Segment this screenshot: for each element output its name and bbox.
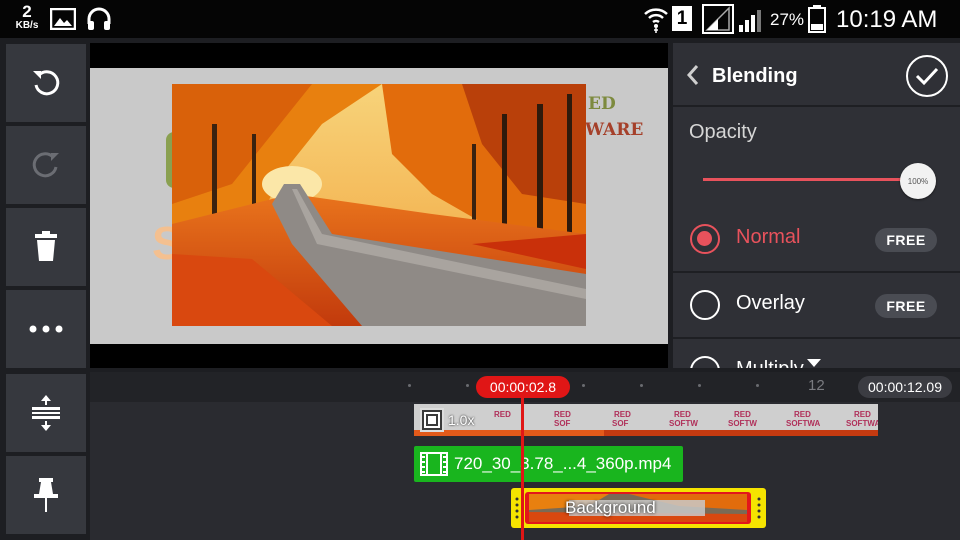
ruler-tick	[466, 384, 469, 387]
ruler-tick	[408, 384, 411, 387]
gallery-icon	[50, 8, 76, 30]
svg-text:RED: RED	[854, 410, 871, 419]
ruler-tick	[756, 384, 759, 387]
svg-text:SOFTWA: SOFTWA	[846, 419, 878, 428]
headphones-icon	[87, 7, 111, 30]
radio-multiply[interactable]	[690, 356, 720, 368]
svg-text:RED: RED	[614, 410, 631, 419]
wifi-icon	[644, 8, 668, 33]
timeline[interactable]: 12 00:00:12.09 RED RED RED RED RED RED R…	[90, 372, 960, 540]
free-badge: FREE	[875, 228, 937, 252]
panel-header: Blending	[673, 43, 960, 107]
preview-canvas: S ED WARE	[90, 68, 668, 344]
sim-slot-badge: 1	[672, 6, 692, 31]
battery-icon	[808, 5, 826, 33]
filmstrip-icon	[424, 412, 440, 428]
svg-text:SOFTWA: SOFTWA	[786, 419, 820, 428]
blend-mode-label: Multiply	[736, 358, 804, 368]
clock: 10:19 AM	[836, 6, 938, 33]
undo-icon	[33, 70, 60, 96]
more-dots-icon	[29, 325, 63, 333]
radio-normal[interactable]	[690, 224, 720, 254]
blend-mode-label: Normal	[736, 226, 801, 248]
trash-icon	[35, 231, 57, 261]
image-track-icon	[420, 408, 444, 432]
battery-percent: 27%	[770, 10, 805, 29]
video-preview[interactable]: S ED WARE	[90, 43, 668, 368]
svg-text:RED: RED	[554, 410, 571, 419]
ruler-tick	[698, 384, 701, 387]
video-clip-name: 720_30_3.78_...4_360p.mp4	[454, 454, 672, 473]
main-track[interactable]: RED RED RED RED RED RED RED SOF SOF SOFT…	[414, 404, 878, 436]
left-trim-handle-icon[interactable]	[514, 496, 520, 520]
network-speed-value: 2	[22, 2, 32, 21]
playhead-line[interactable]	[521, 396, 524, 540]
watermark-text-bottom: WARE	[585, 120, 644, 140]
signal-icon-sim1	[702, 4, 734, 34]
track-resize-button[interactable]	[6, 374, 86, 452]
opacity-slider-thumb[interactable]: 100%	[900, 163, 936, 199]
film-icon	[420, 452, 448, 476]
network-speed: 2 KB/s	[10, 3, 44, 31]
radio-overlay[interactable]	[690, 290, 720, 320]
status-bar: 2 KB/s 1 27% 10:19 AM	[0, 0, 960, 38]
svg-text:SOFTW: SOFTW	[669, 419, 698, 428]
svg-text:RED: RED	[794, 410, 811, 419]
right-trim-handle-icon[interactable]	[756, 496, 762, 520]
redo-icon	[32, 152, 59, 178]
logo-letter-fragment: S	[152, 217, 183, 269]
playhead-time[interactable]: 00:00:02.8	[476, 376, 570, 398]
expand-tracks-icon	[32, 395, 60, 431]
network-speed-unit: KB/s	[15, 20, 39, 31]
left-toolbar	[0, 38, 90, 540]
project-duration: 00:00:12.09	[858, 376, 952, 398]
blending-panel: Blending Opacity 100% Normal FREE Overla…	[673, 43, 960, 368]
panel-title: Blending	[712, 65, 798, 87]
background-clip-body: Background	[525, 492, 751, 524]
blend-mode-normal[interactable]: Normal FREE	[673, 207, 960, 271]
confirm-button[interactable]	[906, 55, 948, 97]
track-speed-label: 1.0x	[448, 412, 475, 428]
ruler-tick	[640, 384, 643, 387]
watermark-text-top: ED	[588, 94, 616, 114]
svg-text:RED: RED	[674, 410, 691, 419]
signal-icon-sim2	[739, 10, 761, 32]
checkmark-icon	[915, 67, 939, 86]
svg-text:RED: RED	[494, 410, 511, 419]
opacity-value: 100%	[907, 176, 929, 186]
blend-mode-overlay[interactable]: Overlay FREE	[673, 273, 960, 337]
pin-button[interactable]	[6, 456, 86, 534]
svg-text:SOF: SOF	[612, 419, 629, 428]
main-track-thumbnails: RED RED RED RED RED RED RED SOF SOF SOFT…	[414, 404, 878, 436]
opacity-label: Opacity	[689, 121, 757, 143]
ruler-tick	[582, 384, 585, 387]
svg-text:SOF: SOF	[554, 419, 571, 428]
background-clip-name: Background	[565, 498, 656, 517]
back-chevron-icon[interactable]	[685, 64, 701, 86]
dropdown-triangle-icon	[807, 359, 821, 367]
ruler-tick-label: 12	[808, 377, 825, 394]
svg-text:SOFTW: SOFTW	[728, 419, 757, 428]
background-layer-clip[interactable]: Background	[511, 488, 766, 528]
opacity-slider-track[interactable]	[703, 178, 915, 181]
blend-mode-label: Overlay	[736, 292, 805, 314]
autumn-road-image	[172, 84, 586, 326]
video-clip[interactable]: 720_30_3.78_...4_360p.mp4	[414, 446, 683, 482]
delete-button[interactable]	[6, 208, 86, 286]
undo-button[interactable]	[6, 44, 86, 122]
free-badge: FREE	[875, 294, 937, 318]
blend-mode-multiply[interactable]: Multiply	[673, 339, 960, 368]
svg-text:RED: RED	[734, 410, 751, 419]
background-layer-image[interactable]	[172, 84, 586, 326]
more-button[interactable]	[6, 290, 86, 368]
pin-icon	[34, 478, 58, 512]
redo-button[interactable]	[6, 126, 86, 204]
